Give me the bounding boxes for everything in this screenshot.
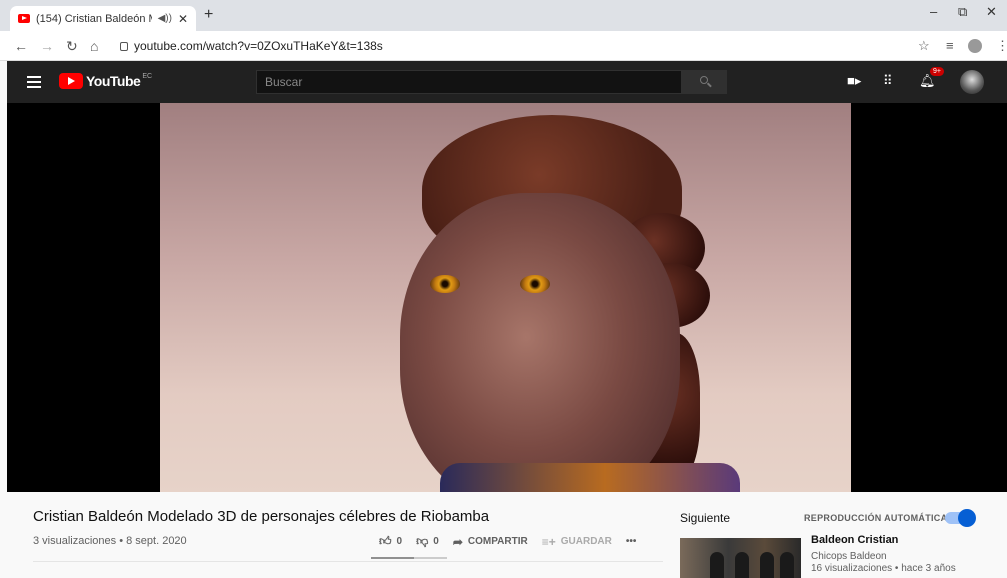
profile-icon[interactable]	[968, 39, 982, 53]
divider	[33, 561, 663, 562]
character-eye	[520, 275, 550, 293]
character-coat	[440, 463, 740, 492]
sentiment-bar-dislikes	[414, 557, 447, 559]
lock-icon	[120, 41, 128, 51]
video-player[interactable]	[7, 103, 1007, 492]
dislike-button[interactable]: 👎︎ 0	[416, 534, 439, 549]
window-close-button[interactable]: ✕	[986, 4, 997, 20]
thumbs-up-icon: 👍︎	[379, 534, 392, 548]
forward-icon[interactable]: →	[40, 38, 54, 54]
save-label: GUARDAR	[560, 536, 612, 547]
address-bar[interactable]: youtube.com/watch?v=0ZOxuTHaKeY&t=138s	[112, 35, 942, 57]
country-code: EC	[142, 73, 153, 80]
video-title: Cristian Baldeón Modelado 3D de personaj…	[33, 508, 490, 525]
next-video-title[interactable]: Baldeon Cristian	[811, 534, 898, 546]
back-icon[interactable]: ←	[14, 38, 28, 54]
notifications-badge: 9+	[930, 67, 944, 76]
media-control-icon[interactable]: ≡	[946, 38, 954, 53]
sentiment-bar-likes	[371, 557, 414, 559]
search-button[interactable]	[682, 70, 727, 94]
character-eye	[430, 275, 460, 293]
share-arrow-icon: ➦	[452, 534, 463, 549]
share-label: COMPARTIR	[467, 536, 528, 547]
like-count: 0	[396, 536, 403, 547]
watch-info: Cristian Baldeón Modelado 3D de personaj…	[7, 492, 1007, 578]
bookmark-star-icon[interactable]: ☆	[918, 38, 930, 54]
like-button[interactable]: 👍︎ 0	[379, 534, 402, 549]
restore-button[interactable]: ⧉	[958, 4, 967, 20]
playlist-add-icon: ≡+	[541, 534, 556, 549]
video-meta: 3 visualizaciones • 8 sept. 2020	[33, 535, 187, 547]
autoplay-toggle[interactable]	[945, 509, 976, 527]
speaker-icon[interactable]: ◀))	[158, 13, 172, 24]
minimize-button[interactable]: –	[930, 4, 937, 19]
up-next-label: Siguiente	[680, 511, 731, 525]
youtube-play-logo-icon	[59, 73, 83, 89]
browser-tab-strip: (154) Cristian Baldeón Mode ◀)) ✕ + – ⧉ …	[0, 0, 1007, 31]
create-video-icon[interactable]: ■▸	[847, 73, 861, 89]
tab-close-button[interactable]: ✕	[178, 12, 188, 26]
search-input[interactable]: Buscar	[256, 70, 682, 94]
guide-menu-icon[interactable]	[27, 76, 41, 88]
share-button[interactable]: ➦ COMPARTIR	[453, 535, 528, 549]
tab-title: (154) Cristian Baldeón Mode	[36, 12, 152, 25]
autoplay-label: REPRODUCCIÓN AUTOMÁTICA	[804, 513, 948, 523]
avatar[interactable]	[960, 70, 984, 94]
next-video-meta: 16 visualizaciones • hace 3 años	[811, 563, 956, 574]
autoplay-toggle-knob	[958, 509, 976, 527]
url-text: youtube.com/watch?v=0ZOxuTHaKeY&t=138s	[134, 39, 383, 53]
character-face	[400, 193, 680, 492]
dislike-count: 0	[433, 536, 439, 547]
reload-icon[interactable]: ↻	[66, 38, 78, 55]
youtube-masthead: YouTube EC Buscar ■▸ ⠿ 🔔︎ 9+	[7, 61, 1007, 103]
apps-grid-icon[interactable]: ⠿	[883, 73, 893, 89]
browser-tab[interactable]: (154) Cristian Baldeón Mode ◀)) ✕	[10, 6, 196, 31]
search-icon	[700, 76, 708, 84]
save-button[interactable]: ≡+ GUARDAR	[542, 535, 612, 549]
next-video-thumbnail[interactable]	[680, 538, 801, 578]
browser-toolbar: ← → ↻ ⌂ youtube.com/watch?v=0ZOxuTHaKeY&…	[0, 31, 1007, 61]
home-icon[interactable]: ⌂	[90, 38, 98, 54]
youtube-wordmark: YouTube	[86, 73, 141, 89]
video-frame	[160, 103, 851, 492]
browser-menu-icon[interactable]: ⋮	[996, 38, 1007, 54]
youtube-favicon-icon	[18, 14, 30, 23]
video-actions: 👍︎ 0 👎︎ 0 ➦ COMPARTIR ≡+ GUARDAR •••	[379, 534, 650, 549]
next-video-channel[interactable]: Chicops Baldeon	[811, 551, 887, 562]
youtube-logo[interactable]: YouTube EC	[59, 73, 152, 89]
new-tab-button[interactable]: +	[204, 6, 213, 24]
more-actions-button[interactable]: •••	[626, 536, 637, 547]
thumbs-down-icon: 👎︎	[416, 534, 429, 548]
